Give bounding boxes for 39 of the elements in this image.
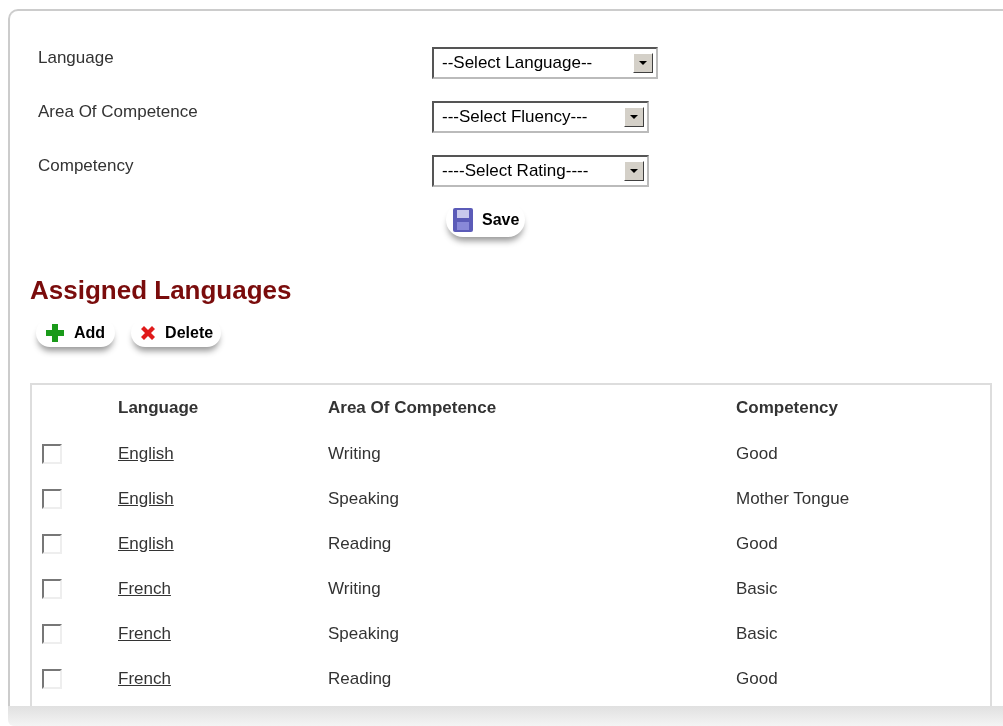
column-header: Competency (736, 398, 839, 418)
table-cell: Writing (328, 443, 381, 463)
language-link[interactable]: French (118, 668, 171, 688)
table-cell: Mother Tongue (736, 488, 850, 508)
table-cell: Speaking (328, 623, 399, 643)
row-checkbox[interactable] (42, 443, 62, 464)
row-checkbox[interactable] (42, 668, 62, 689)
row-checkbox[interactable] (42, 623, 62, 644)
language-link[interactable]: English (118, 488, 174, 508)
row-checkbox[interactable] (42, 488, 62, 509)
column-header: Area Of Competence (328, 398, 497, 418)
delete-button[interactable]: Delete (131, 319, 222, 347)
select-field[interactable]: ----Select Rating---- (432, 155, 649, 187)
table-cell: Speaking (328, 488, 399, 508)
table-cell: Basic (736, 578, 778, 598)
field-label: Competency (38, 155, 135, 178)
language-link[interactable]: English (118, 533, 174, 553)
close-icon (139, 324, 158, 342)
select-field[interactable]: ---Select Fluency--- (432, 101, 649, 133)
table-cell: Good (736, 443, 778, 463)
section-title: Assigned Languages (30, 277, 293, 303)
save-button[interactable]: Save (446, 203, 526, 237)
table-cell: Reading (328, 533, 392, 553)
row-checkbox[interactable] (42, 533, 62, 554)
language-link[interactable]: French (118, 578, 171, 598)
column-header: Language (118, 398, 199, 418)
add-button[interactable]: Add (36, 319, 116, 347)
language-link[interactable]: French (118, 623, 171, 643)
row-checkbox[interactable] (42, 578, 62, 599)
field-label: Area Of Competence (38, 101, 199, 124)
table-cell: Good (736, 533, 778, 553)
language-link[interactable]: English (118, 443, 174, 463)
table-cell: Reading (328, 668, 392, 688)
select-field[interactable]: --Select Language-- (432, 47, 658, 79)
table-cell: Writing (328, 578, 381, 598)
field-label: Language (38, 47, 115, 70)
table-cell: Basic (736, 623, 778, 643)
table-cell: Good (736, 668, 778, 688)
plus-icon (46, 324, 64, 342)
